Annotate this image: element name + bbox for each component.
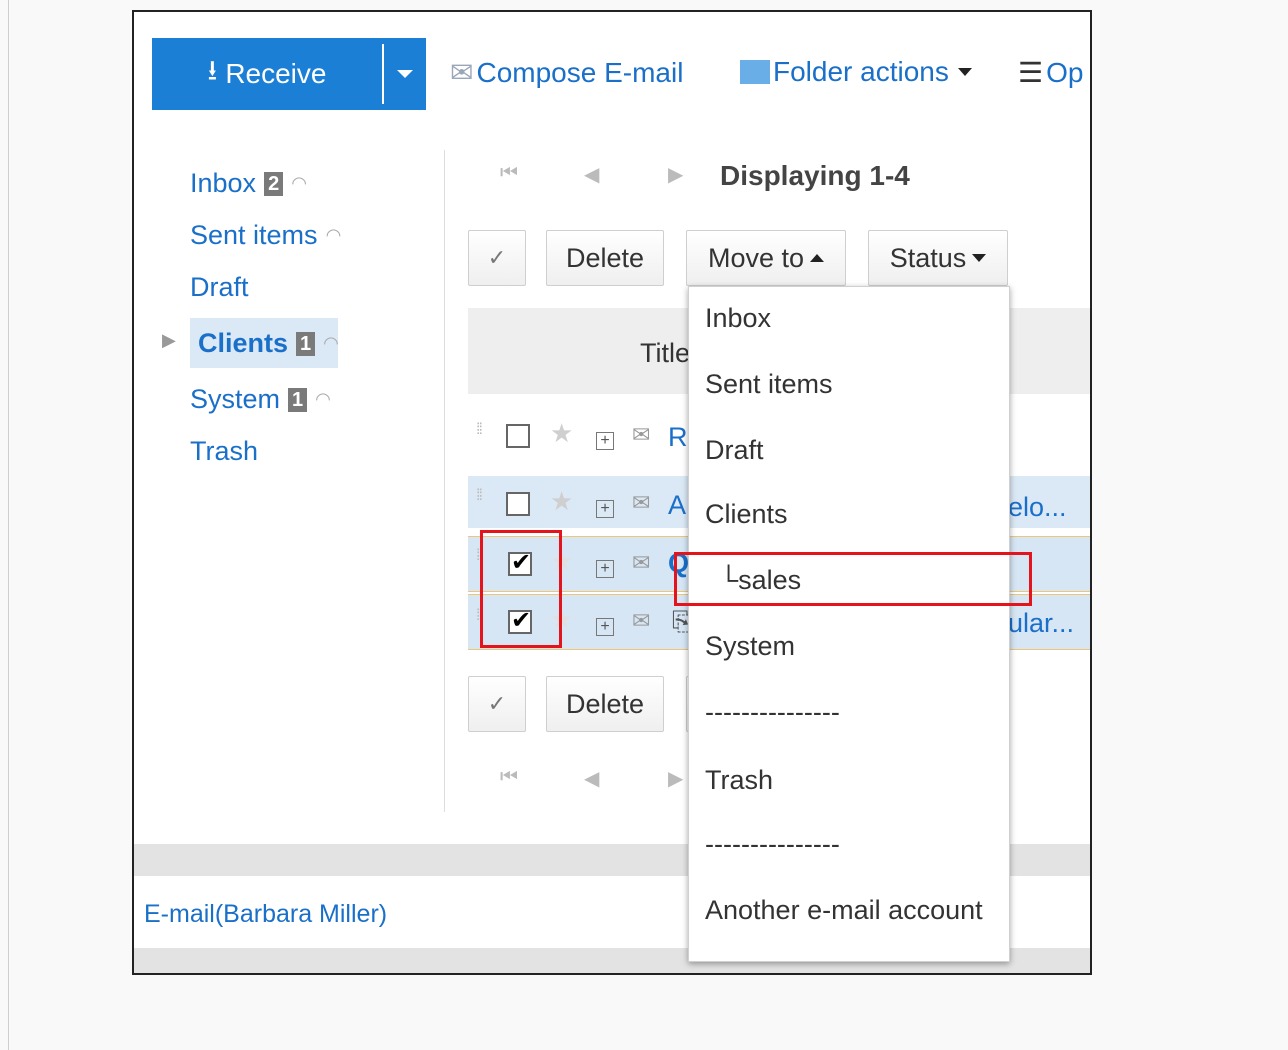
- envelope-icon: ✉: [632, 608, 651, 633]
- first-page-icon[interactable]: ⏮: [500, 162, 518, 185]
- folder-label: System: [190, 384, 281, 414]
- folder-icon: [740, 60, 770, 84]
- email-subject-tail[interactable]: elo...: [1008, 492, 1067, 523]
- receive-label: Receive: [225, 58, 327, 89]
- star-icon[interactable]: ★: [550, 486, 573, 517]
- first-page-icon[interactable]: ⏮: [500, 766, 518, 789]
- annotation-highlight-checkboxes: [480, 530, 562, 648]
- folder-label: Sent items: [190, 220, 318, 250]
- email-subject[interactable]: A: [668, 490, 686, 521]
- drag-handle-icon[interactable]: ⁞⁞: [476, 422, 483, 438]
- next-page-icon[interactable]: ▶: [668, 766, 683, 791]
- menu-item-draft[interactable]: Draft: [705, 435, 764, 466]
- envelope-icon: ✉: [632, 550, 651, 575]
- annotation-highlight-sales: [674, 552, 1032, 606]
- checkmark-icon: ✓: [487, 245, 507, 270]
- list-icon: ☰: [1018, 57, 1044, 88]
- envelope-icon: ✉: [450, 57, 474, 88]
- menu-item-system[interactable]: System: [705, 631, 795, 662]
- menu-separator: ---------------: [705, 829, 840, 859]
- folder-actions-menu[interactable]: Folder actions: [740, 56, 972, 88]
- account-link[interactable]: E-mail(Barbara Miller): [144, 900, 387, 929]
- compose-label: Compose E-mail: [476, 56, 684, 88]
- row-checkbox[interactable]: [506, 424, 530, 448]
- prev-page-icon[interactable]: ◀: [584, 766, 599, 791]
- sidebar-item-system[interactable]: System 1 ◠: [190, 384, 331, 415]
- folder-actions-label: Folder actions: [773, 56, 949, 87]
- menu-separator: ---------------: [705, 697, 840, 727]
- next-page-icon[interactable]: ▶: [668, 162, 683, 187]
- unread-badge: 1: [288, 387, 308, 412]
- unread-badge: 2: [264, 171, 284, 196]
- checkmark-icon: ✓: [487, 691, 507, 716]
- chevron-down-icon: [972, 254, 987, 262]
- title-column-header[interactable]: Title: [640, 338, 690, 369]
- expand-icon[interactable]: +: [596, 618, 614, 636]
- delete-button[interactable]: Delete: [546, 230, 664, 286]
- move-to-label: Move to: [707, 242, 805, 273]
- expand-icon[interactable]: +: [596, 432, 614, 450]
- left-guide-line: [8, 0, 9, 1050]
- receive-button[interactable]: ⭳ Receive: [152, 38, 382, 110]
- envelope-icon: ✉: [632, 490, 651, 515]
- menu-item-sent-items[interactable]: Sent items: [705, 369, 833, 400]
- status-button[interactable]: Status: [868, 230, 1008, 286]
- sidebar-item-inbox[interactable]: Inbox 2 ◠: [190, 168, 307, 199]
- menu-item-another-account[interactable]: Another e-mail account: [705, 895, 983, 926]
- chevron-down-icon: [957, 68, 972, 76]
- prev-page-icon[interactable]: ◀: [584, 162, 599, 187]
- folder-label: Trash: [190, 436, 259, 466]
- move-to-dropdown: Inbox Sent items Draft Clients └sales Sy…: [688, 286, 1010, 962]
- status-label: Status: [889, 242, 967, 273]
- rss-icon: ◠: [323, 333, 339, 353]
- delete-label: Delete: [565, 688, 645, 719]
- menu-item-clients[interactable]: Clients: [705, 499, 788, 530]
- pager-display-text: Displaying 1-4: [720, 160, 910, 191]
- check-all-button-bottom[interactable]: ✓: [468, 676, 526, 732]
- mail-window: ⭳ Receive ✉ Compose E-mail Folder action…: [132, 10, 1092, 975]
- email-subject[interactable]: R: [668, 422, 688, 453]
- receive-button-group: ⭳ Receive: [152, 38, 426, 110]
- expand-icon[interactable]: +: [596, 560, 614, 578]
- expand-arrow-icon[interactable]: ▶: [162, 330, 176, 351]
- chevron-up-icon: [810, 254, 825, 262]
- menu-item-trash[interactable]: Trash: [705, 765, 773, 796]
- options-label: Op: [1046, 56, 1084, 88]
- sidebar-item-trash[interactable]: Trash: [190, 436, 258, 467]
- expand-icon[interactable]: +: [596, 500, 614, 518]
- unread-badge: 1: [296, 331, 316, 356]
- folder-label: Clients: [198, 328, 289, 358]
- chevron-down-icon: [397, 70, 413, 78]
- move-to-button[interactable]: Move to: [686, 230, 846, 286]
- delete-button-bottom[interactable]: Delete: [546, 676, 664, 732]
- envelope-icon: ✉: [632, 422, 651, 447]
- row-checkbox[interactable]: [506, 492, 530, 516]
- sidebar-item-clients[interactable]: Clients 1 ◠: [198, 328, 339, 359]
- rss-icon: ◠: [315, 389, 331, 409]
- email-subject-tail[interactable]: ular...: [1008, 608, 1074, 639]
- delete-label: Delete: [565, 242, 645, 273]
- sidebar-item-sent-items[interactable]: Sent items ◠: [190, 220, 341, 251]
- folder-label: Draft: [190, 272, 249, 302]
- download-icon: ⭳: [207, 55, 218, 86]
- receive-dropdown-button[interactable]: [384, 38, 426, 110]
- check-all-button[interactable]: ✓: [468, 230, 526, 286]
- drag-handle-icon[interactable]: ⁞⁞: [476, 488, 483, 504]
- rss-icon: ◠: [291, 173, 307, 193]
- sidebar-item-draft[interactable]: Draft: [190, 272, 249, 303]
- options-menu[interactable]: ☰ Op: [1018, 56, 1083, 89]
- compose-email-link[interactable]: ✉ Compose E-mail: [450, 56, 683, 89]
- sidebar-divider: [444, 150, 445, 812]
- folder-label: Inbox: [190, 168, 257, 198]
- rss-icon: ◠: [325, 225, 342, 245]
- star-icon[interactable]: ★: [550, 418, 573, 449]
- menu-item-inbox[interactable]: Inbox: [705, 303, 771, 334]
